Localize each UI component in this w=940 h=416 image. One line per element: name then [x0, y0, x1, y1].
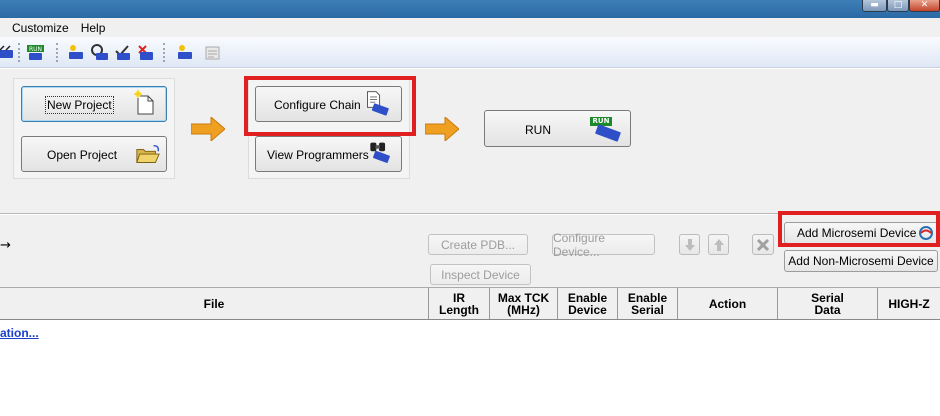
run-icon[interactable]: RUN [26, 43, 45, 62]
chain-arrow-glyph: → [0, 238, 11, 253]
open-project-button[interactable]: Open Project [21, 136, 167, 172]
add-microsemi-highlight [778, 211, 940, 247]
toolbar-separator [163, 43, 165, 62]
configure-chain-highlight [244, 76, 416, 136]
device-table-header: File IR Length Max TCK (MHz) Enable Devi… [0, 287, 940, 320]
column-header-file[interactable]: File [0, 288, 429, 319]
close-button[interactable]: ✕ [909, 0, 940, 12]
menu-bar: Customize Help [0, 18, 940, 37]
arrow-up-icon [713, 238, 724, 251]
column-header-enable-device[interactable]: Enable Device [558, 288, 618, 319]
run-badge-text: RUN [592, 117, 610, 125]
scan-chain-icon[interactable] [90, 43, 109, 62]
column-header-max-tck[interactable]: Max TCK (MHz) [490, 288, 558, 319]
device-table-body [0, 320, 940, 416]
toolbar: RUN [0, 37, 940, 68]
run-label: RUN [525, 123, 551, 137]
delete-x-icon [756, 238, 770, 251]
title-bar [0, 0, 940, 18]
maximize-icon: □ [893, 0, 903, 10]
open-folder-icon [135, 142, 161, 168]
view-programmers-label: View Programmers [267, 148, 369, 162]
new-project-label: New Project [45, 96, 114, 114]
run-program-icon: RUN [588, 116, 624, 144]
add-non-microsemi-device-button[interactable]: Add Non-Microsemi Device [784, 250, 938, 272]
column-header-enable-serial[interactable]: Enable Serial [618, 288, 678, 319]
move-down-button[interactable] [679, 234, 700, 255]
menu-customize[interactable]: Customize [6, 21, 75, 35]
chain-icon[interactable] [0, 43, 15, 62]
configure-device-button[interactable]: Configure Device... [552, 231, 655, 259]
column-header-ir-length[interactable]: IR Length [429, 288, 490, 319]
column-header-action[interactable]: Action [678, 288, 778, 319]
run-button[interactable]: RUN RUN [484, 110, 631, 147]
create-pdb-button[interactable]: Create PDB... [428, 234, 528, 255]
table-row-link[interactable]: ation... [0, 326, 39, 340]
close-icon: ✕ [920, 0, 929, 10]
view-programmers-button[interactable]: View Programmers [255, 136, 402, 172]
minimize-button[interactable]: ▬ [862, 0, 887, 12]
new-file-icon [132, 90, 158, 116]
move-up-button[interactable] [708, 234, 729, 255]
new-project-button[interactable]: New Project [21, 86, 167, 122]
remove-device-icon[interactable] [136, 43, 155, 62]
toolbar-separator [56, 43, 58, 62]
column-header-serial-data[interactable]: Serial Data [778, 288, 878, 319]
properties-icon [203, 43, 222, 62]
arrow-down-icon [684, 238, 695, 251]
menu-help[interactable]: Help [75, 21, 112, 35]
delete-device-button[interactable] [752, 234, 774, 255]
toolbar-separator [18, 43, 20, 62]
svg-text:RUN: RUN [29, 46, 42, 53]
maximize-button[interactable]: □ [887, 0, 909, 12]
add-device-icon[interactable] [66, 43, 85, 62]
programmer-icon[interactable] [175, 43, 194, 62]
minimize-icon: ▬ [870, 0, 879, 10]
verify-chain-icon[interactable] [113, 43, 132, 62]
open-project-label: Open Project [47, 148, 118, 162]
inspect-device-button[interactable]: Inspect Device [430, 264, 531, 285]
flow-arrow-icon [425, 117, 459, 141]
flow-arrow-icon [191, 117, 225, 141]
column-header-high-z[interactable]: HIGH-Z [878, 288, 940, 319]
binoculars-icon [366, 140, 392, 166]
